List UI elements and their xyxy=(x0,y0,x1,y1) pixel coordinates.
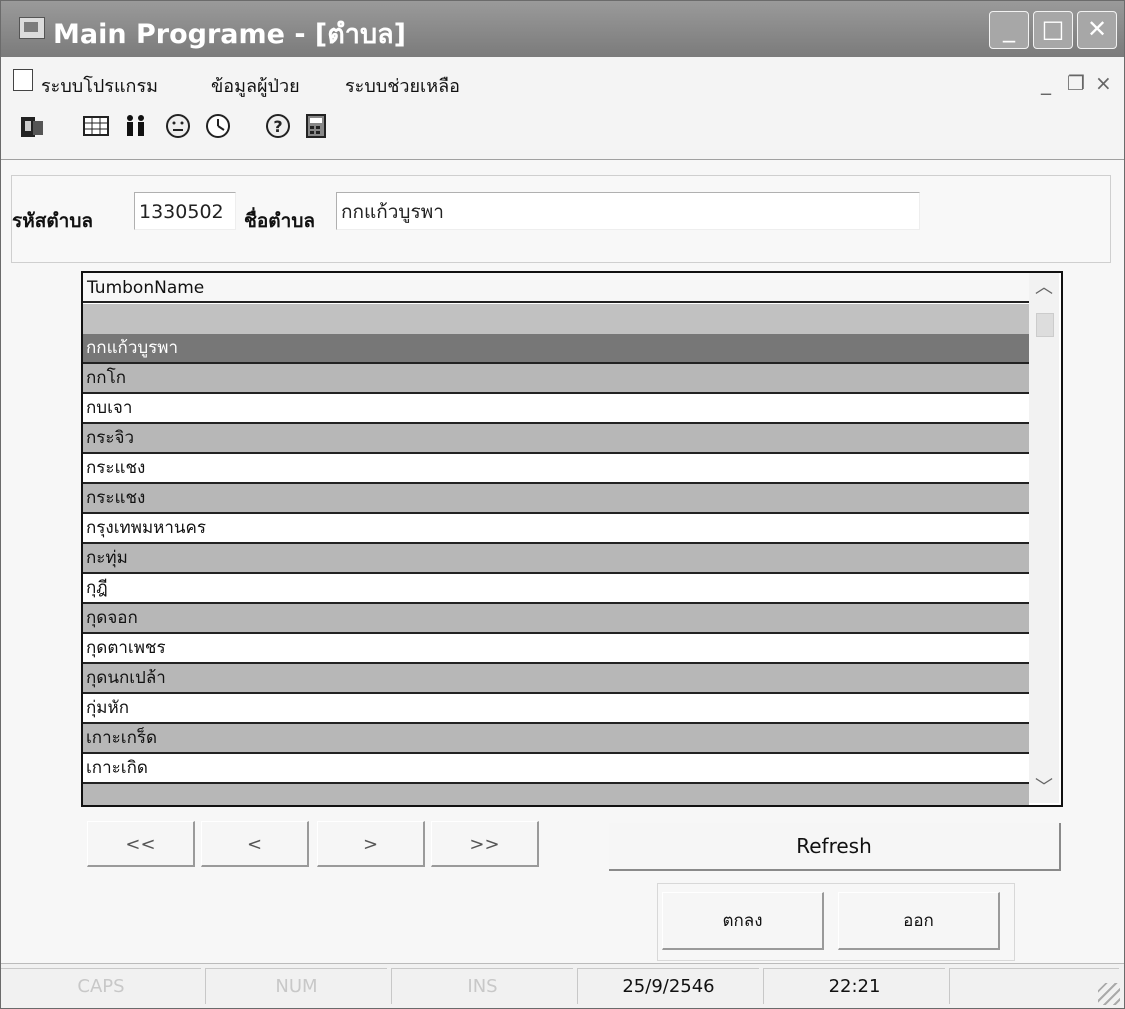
clock-icon[interactable] xyxy=(201,111,235,147)
title-bar[interactable]: Main Programe - [ตำบล] _ □ ✕ xyxy=(1,1,1124,57)
table-row[interactable]: กระแชง xyxy=(83,454,1029,484)
toolbar: ? xyxy=(1,103,1124,160)
document-icon[interactable] xyxy=(13,69,33,91)
scroll-down-icon[interactable]: ﹀ xyxy=(1029,773,1059,803)
scroll-thumb[interactable] xyxy=(1036,313,1054,337)
table-row-selected[interactable]: กกแก้วบูรพา xyxy=(83,334,1029,364)
mdi-close-button[interactable]: × xyxy=(1095,71,1112,95)
tambon-name-field[interactable]: กกแก้วบูรพา xyxy=(336,192,920,230)
refresh-button[interactable]: Refresh xyxy=(609,823,1061,871)
calculator-icon[interactable] xyxy=(299,111,333,147)
grid-scrollbar[interactable]: ︿ ﹀ xyxy=(1029,273,1059,803)
table-row[interactable]: กุดจอก xyxy=(83,604,1029,634)
face-icon[interactable] xyxy=(161,111,195,147)
mdi-restore-button[interactable]: ❐ xyxy=(1067,71,1085,95)
resize-grip-icon[interactable] xyxy=(1098,983,1120,1005)
svg-text:?: ? xyxy=(273,117,282,136)
tambon-code-field[interactable]: 1330502 xyxy=(134,192,236,230)
table-row[interactable]: กุดนกเปล้า xyxy=(83,664,1029,694)
menu-bar: ระบบโปรแกรม ข้อมูลผู้ป่วย ระบบช่วยเหลือ … xyxy=(1,57,1124,103)
ok-button[interactable]: ตกลง xyxy=(662,892,824,950)
tambon-form: รหัสตำบล 1330502 ชื่อตำบล กกแก้วบูรพา xyxy=(11,175,1111,263)
column-header-tumbon-name[interactable]: TumbonName xyxy=(83,273,1029,303)
table-icon[interactable] xyxy=(79,111,113,147)
first-record-button[interactable]: << xyxy=(87,821,195,867)
table-row[interactable]: กรุงเทพมหานคร xyxy=(83,514,1029,544)
status-ins: INS xyxy=(391,968,573,1004)
status-num: NUM xyxy=(205,968,387,1004)
table-row[interactable]: กุดตาเพชร xyxy=(83,634,1029,664)
status-time: 22:21 xyxy=(763,968,945,1004)
table-row[interactable]: กุฎี xyxy=(83,574,1029,604)
exit-button[interactable]: ออก xyxy=(838,892,1000,950)
app-icon xyxy=(19,17,45,39)
maximize-button[interactable]: □ xyxy=(1033,11,1073,49)
table-row[interactable]: กบเจา xyxy=(83,394,1029,424)
table-row[interactable]: กะทุ่ม xyxy=(83,544,1029,574)
table-row[interactable]: เกาะเกร็ด xyxy=(83,724,1029,754)
tambon-code-label: รหัสตำบล xyxy=(12,210,94,232)
previous-record-button[interactable]: < xyxy=(201,821,309,867)
menu-patient-data[interactable]: ข้อมูลผู้ป่วย xyxy=(211,71,300,100)
minimize-button[interactable]: _ xyxy=(989,11,1029,49)
table-row[interactable]: กระจิว xyxy=(83,424,1029,454)
table-row[interactable]: กกโก xyxy=(83,364,1029,394)
tambon-name-label: ชื่อตำบล xyxy=(244,210,316,232)
status-empty-panel xyxy=(949,968,1119,1004)
help-icon[interactable]: ? xyxy=(261,111,295,147)
window-title: Main Programe - [ตำบล] xyxy=(53,19,406,50)
table-row[interactable]: กุ่มหัก xyxy=(83,694,1029,724)
mdi-minimize-button[interactable]: _ xyxy=(1041,71,1051,95)
status-caps: CAPS xyxy=(1,968,201,1004)
main-window: Main Programe - [ตำบล] _ □ ✕ ระบบโปรแกรม… xyxy=(0,0,1125,1009)
menu-help-system[interactable]: ระบบช่วยเหลือ xyxy=(345,71,460,100)
table-row[interactable]: เกาะเกิด xyxy=(83,754,1029,784)
table-row[interactable] xyxy=(83,304,1029,334)
action-buttons-group: ตกลง ออก xyxy=(657,883,1015,961)
people-icon[interactable] xyxy=(119,111,153,147)
table-row[interactable]: กระแชง xyxy=(83,484,1029,514)
tambon-grid[interactable]: TumbonName กกแก้วบูรพา กกโก กบเจา กระจิว กระ… xyxy=(81,271,1063,807)
status-date: 25/9/2546 xyxy=(577,968,759,1004)
table-row[interactable] xyxy=(83,784,1029,805)
close-button[interactable]: ✕ xyxy=(1077,11,1117,49)
last-record-button[interactable]: >> xyxy=(431,821,539,867)
status-bar: CAPS NUM INS 25/9/2546 22:21 xyxy=(1,963,1124,1008)
exit-icon[interactable] xyxy=(15,111,49,147)
scroll-up-icon[interactable]: ︿ xyxy=(1029,273,1059,303)
menu-program-system[interactable]: ระบบโปรแกรม xyxy=(41,71,158,100)
next-record-button[interactable]: > xyxy=(317,821,425,867)
